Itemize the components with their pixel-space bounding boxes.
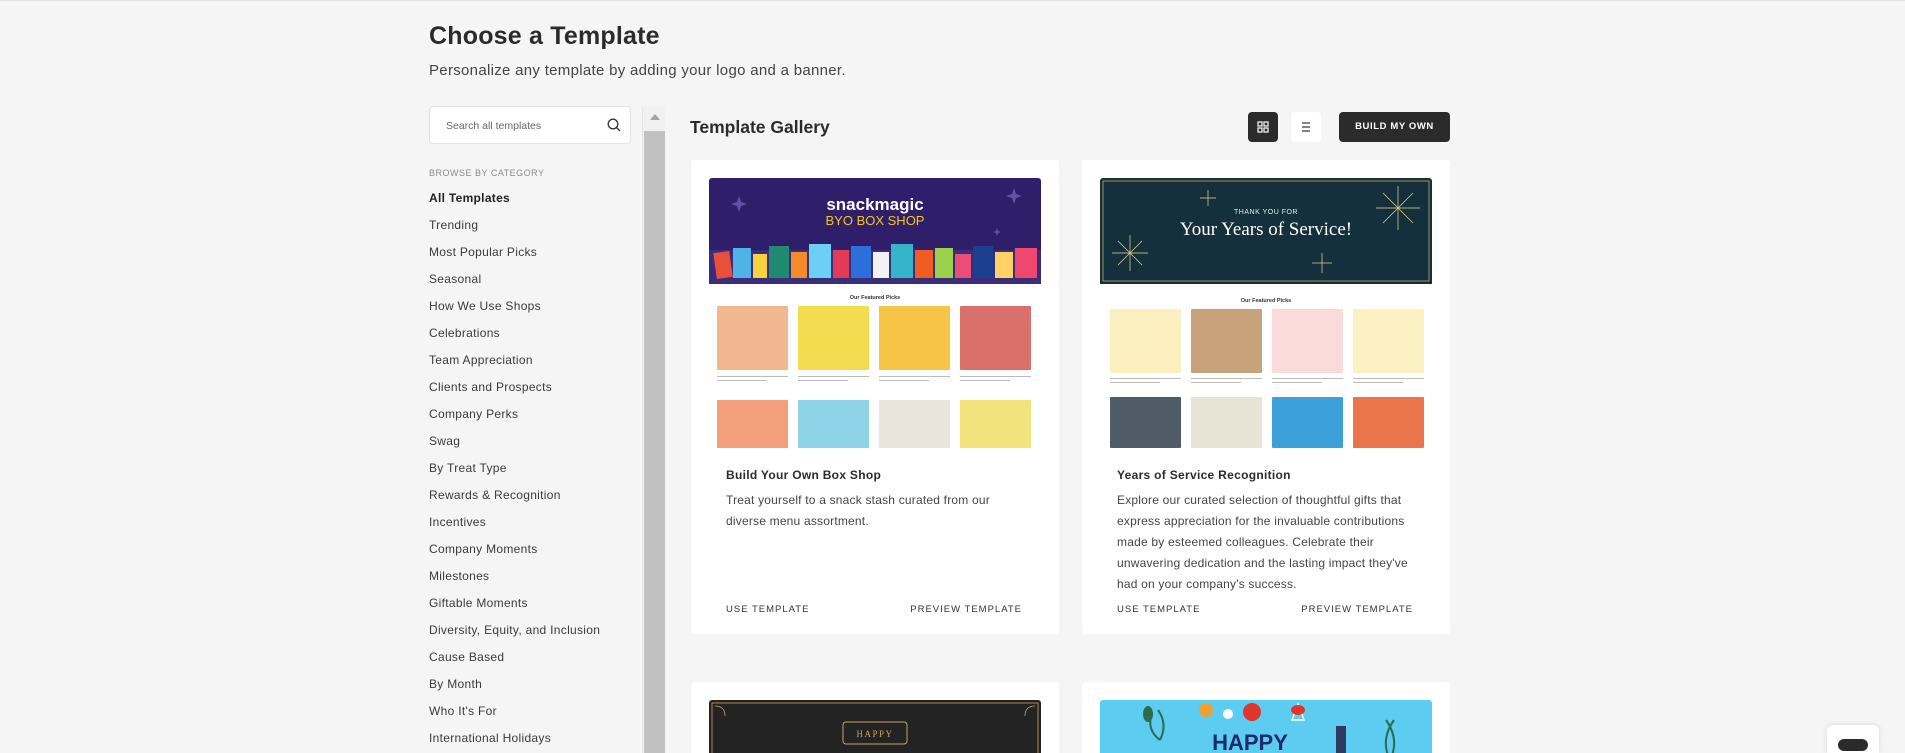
years-of-service-banner: THANK YOU FOR Your Years of Service!: [1100, 178, 1432, 284]
happy-light-banner: HAPPY: [1100, 700, 1432, 753]
template-description: Treat yourself to a snack stash curated …: [726, 493, 990, 528]
category-swag[interactable]: Swag: [429, 430, 600, 457]
category-cause-based[interactable]: Cause Based: [429, 646, 600, 673]
category-how-we-use-shops[interactable]: How We Use Shops: [429, 295, 600, 322]
snackmagic-banner: snackmagic BYO BOX SHOP: [709, 178, 1041, 284]
product-thumbnail: [1191, 309, 1262, 373]
preview-template-link[interactable]: PREVIEW TEMPLATE: [910, 604, 1022, 615]
grid-view-button[interactable]: [1248, 112, 1278, 142]
top-divider: [0, 0, 1905, 1]
product-thumbnail: [1353, 309, 1424, 373]
featured-picks-label: Our Featured Picks: [1240, 298, 1292, 304]
product-thumbnail: [960, 400, 1031, 448]
product-caption: [1191, 375, 1262, 387]
product-thumbnail: [717, 306, 788, 370]
product-thumbnail: [879, 306, 950, 370]
category-seasonal[interactable]: Seasonal: [429, 268, 600, 295]
page-title: Choose a Template: [429, 22, 660, 50]
product-thumbnail: [717, 400, 788, 448]
product-caption: [717, 373, 788, 385]
product-caption: [1272, 375, 1343, 387]
product-caption: [960, 373, 1031, 385]
category-all-templates[interactable]: All Templates: [429, 187, 600, 214]
banner-line: HAPPY: [1212, 730, 1288, 753]
product-thumbnail: [798, 400, 869, 448]
category-incentives[interactable]: Incentives: [429, 511, 600, 538]
chat-widget-button[interactable]: [1827, 725, 1879, 753]
template-card[interactable]: snackmagic BYO BOX SHOP Our Featured Pic…: [691, 160, 1059, 634]
product-thumbnail: [1191, 397, 1262, 448]
category-company-moments[interactable]: Company Moments: [429, 538, 600, 565]
featured-picks-label: Our Featured Picks: [849, 295, 901, 301]
template-preview-image[interactable]: THANK YOU FOR Your Years of Service! Our…: [1100, 178, 1432, 448]
scroll-up-arrow-icon[interactable]: [650, 114, 660, 120]
category-milestones[interactable]: Milestones: [429, 565, 600, 592]
category-rewards-recognition[interactable]: Rewards & Recognition: [429, 484, 600, 511]
page-subtitle: Personalize any template by adding your …: [429, 62, 846, 79]
template-card[interactable]: THANK YOU FOR Your Years of Service! Our…: [1082, 160, 1450, 634]
category-international-holidays[interactable]: International Holidays: [429, 727, 600, 753]
preview-template-link[interactable]: PREVIEW TEMPLATE: [1301, 604, 1413, 615]
happy-dark-banner: HAPPY: [709, 700, 1041, 753]
template-name: Build Your Own Box Shop: [726, 468, 882, 482]
template-preview-image[interactable]: HAPPY: [709, 700, 1041, 753]
product-thumbnail: [1272, 397, 1343, 448]
gallery-title: Template Gallery: [690, 117, 830, 137]
grid-icon: [1257, 121, 1269, 133]
template-card[interactable]: HAPPY: [691, 682, 1059, 753]
category-who-its-for[interactable]: Who It's For: [429, 700, 600, 727]
category-by-month[interactable]: By Month: [429, 673, 600, 700]
product-caption: [1353, 375, 1424, 387]
template-card[interactable]: HAPPY: [1082, 682, 1450, 753]
browse-by-category-label: BROWSE BY CATEGORY: [429, 168, 545, 178]
template-preview-image[interactable]: snackmagic BYO BOX SHOP Our Featured Pic…: [709, 178, 1041, 448]
banner-kicker: THANK YOU FOR: [1234, 209, 1298, 216]
banner-line: BYO BOX SHOP: [826, 213, 925, 228]
category-clients-and-prospects[interactable]: Clients and Prospects: [429, 376, 600, 403]
product-caption: [879, 373, 950, 385]
search-icon[interactable]: [606, 117, 622, 133]
category-celebrations[interactable]: Celebrations: [429, 322, 600, 349]
category-company-perks[interactable]: Company Perks: [429, 403, 600, 430]
product-thumbnail: [1110, 397, 1181, 448]
search-box[interactable]: [429, 106, 631, 144]
product-thumbnail: [1110, 309, 1181, 373]
banner-line: HAPPY: [856, 729, 893, 739]
category-diversity-equity-inclusion[interactable]: Diversity, Equity, and Inclusion: [429, 619, 600, 646]
category-list: All Templates Trending Most Popular Pick…: [429, 187, 600, 753]
product-thumbnail: [879, 400, 950, 448]
product-thumbnail: [798, 306, 869, 370]
scrollbar-thumb[interactable]: [644, 131, 665, 753]
chat-icon: [1838, 739, 1868, 751]
template-description: Explore our curated selection of thought…: [1117, 493, 1408, 591]
category-trending[interactable]: Trending: [429, 214, 600, 241]
product-thumbnail: [1272, 309, 1343, 373]
list-icon: [1302, 122, 1310, 132]
category-by-treat-type[interactable]: By Treat Type: [429, 457, 600, 484]
list-view-button[interactable]: [1291, 112, 1321, 142]
template-preview-image[interactable]: HAPPY: [1100, 700, 1432, 753]
banner-line: Your Years of Service!: [1180, 219, 1352, 240]
category-most-popular-picks[interactable]: Most Popular Picks: [429, 241, 600, 268]
use-template-link[interactable]: USE TEMPLATE: [1117, 604, 1200, 615]
build-my-own-button[interactable]: BUILD MY OWN: [1339, 112, 1450, 142]
category-team-appreciation[interactable]: Team Appreciation: [429, 349, 600, 376]
product-thumbnail: [1353, 397, 1424, 448]
use-template-link[interactable]: USE TEMPLATE: [726, 604, 809, 615]
banner-brand: snackmagic: [826, 195, 923, 214]
template-name: Years of Service Recognition: [1117, 468, 1291, 482]
product-caption: [1110, 375, 1181, 387]
category-giftable-moments[interactable]: Giftable Moments: [429, 592, 600, 619]
search-input[interactable]: [446, 117, 596, 135]
product-thumbnail: [960, 306, 1031, 370]
product-caption: [798, 373, 869, 385]
sidebar-scrollbar[interactable]: [642, 107, 665, 753]
